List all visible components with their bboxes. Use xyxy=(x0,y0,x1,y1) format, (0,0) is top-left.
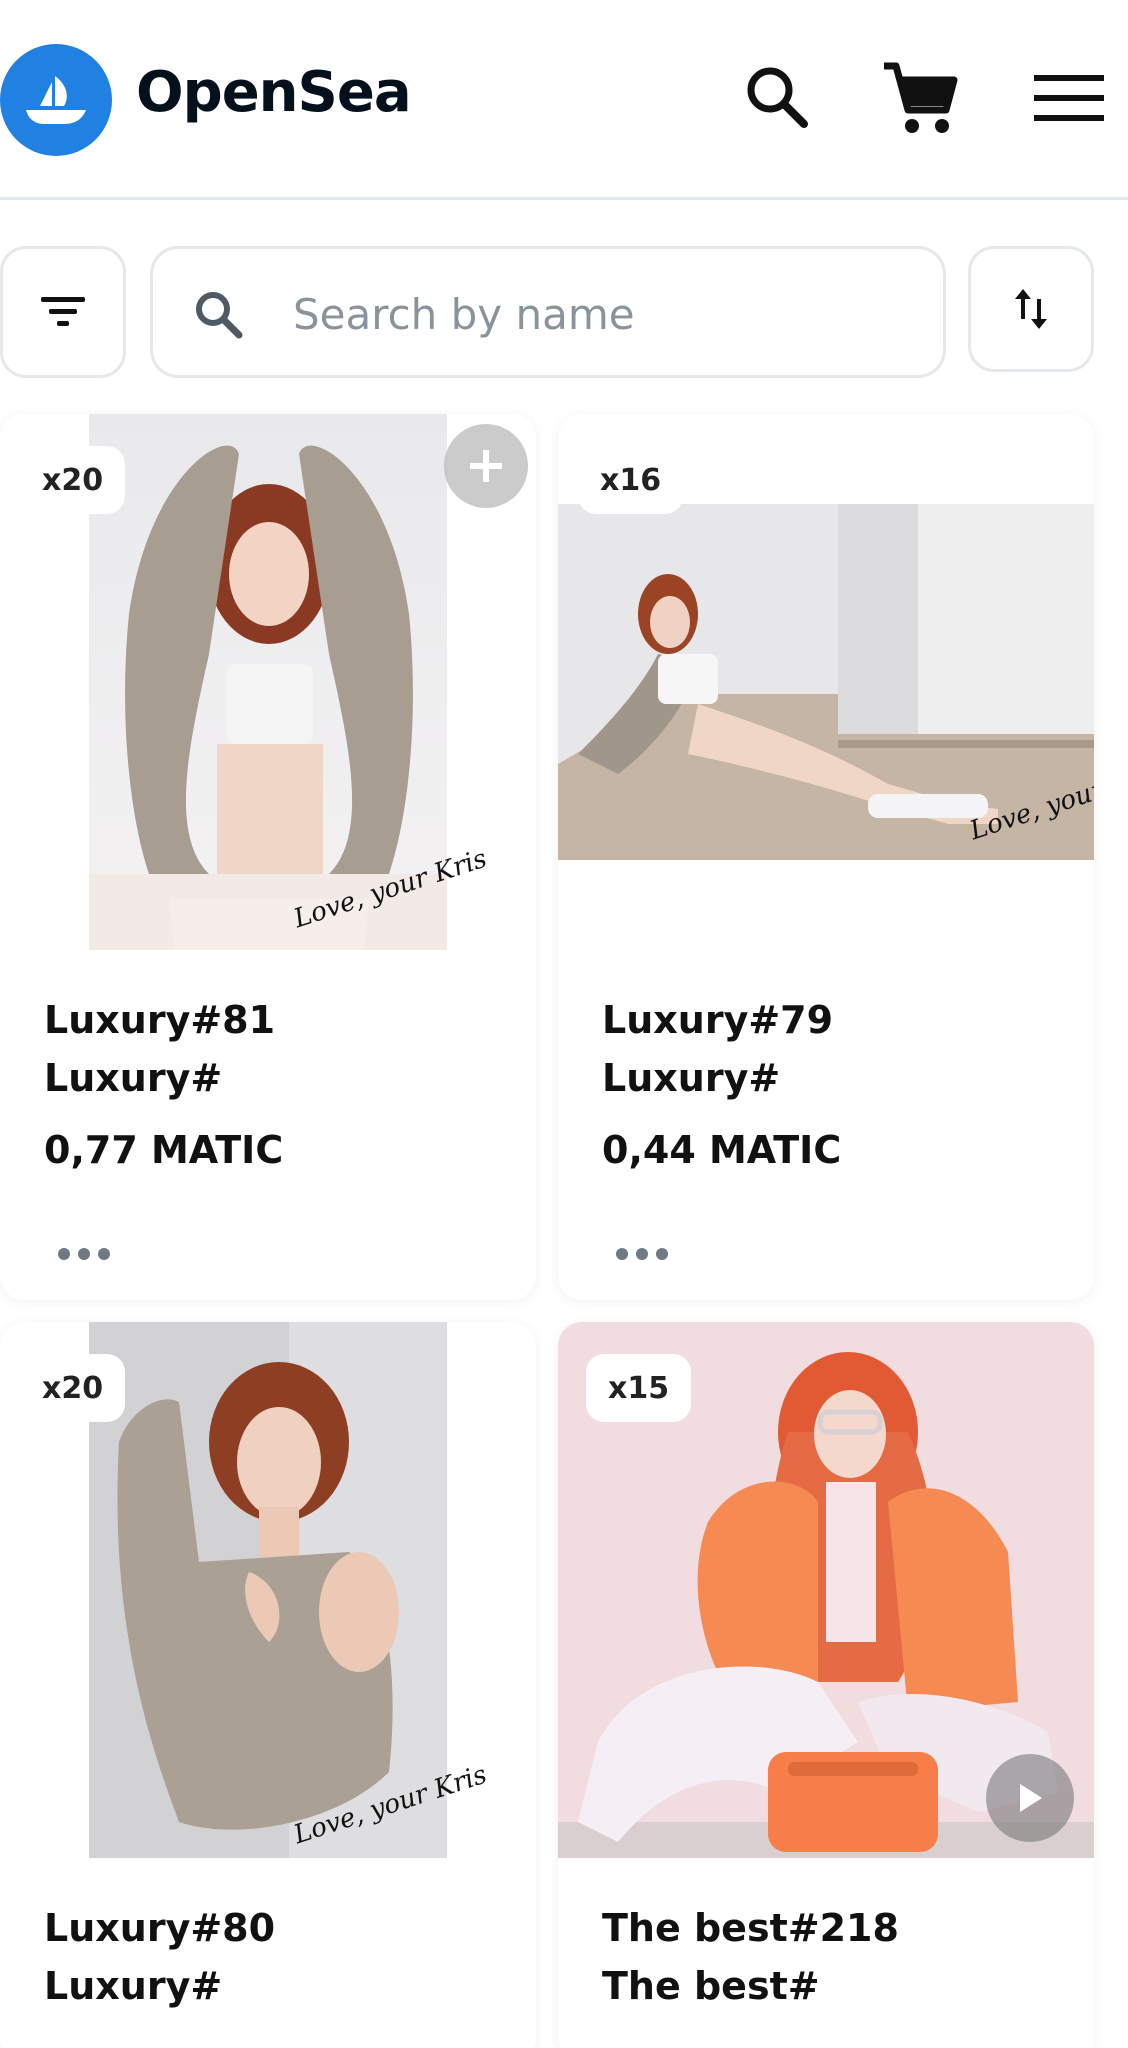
collection-name[interactable]: Luxury# xyxy=(44,1964,222,2008)
search-bar[interactable] xyxy=(150,246,946,378)
nft-card[interactable]: Love, your Kris x16 Luxury#79 Luxury# 0,… xyxy=(558,414,1094,1300)
more-options-icon[interactable] xyxy=(616,1248,668,1260)
filter-button[interactable] xyxy=(0,246,126,378)
nft-price: 0,44 MATIC xyxy=(602,1128,842,1172)
search-icon[interactable] xyxy=(734,54,822,142)
nft-name[interactable]: Luxury#81 xyxy=(44,998,275,1042)
nft-name[interactable]: Luxury#79 xyxy=(602,998,833,1042)
quantity-badge: x20 xyxy=(20,446,126,514)
collection-name[interactable]: The best# xyxy=(602,1964,820,2008)
add-to-cart-button[interactable] xyxy=(444,424,528,508)
filter-icon xyxy=(41,297,85,326)
collection-name[interactable]: Luxury# xyxy=(602,1056,780,1100)
opensea-logo[interactable] xyxy=(0,44,112,156)
quantity-badge: x16 xyxy=(578,446,684,514)
nft-name[interactable]: The best#218 xyxy=(602,1906,899,1950)
play-button[interactable] xyxy=(986,1754,1074,1842)
sort-icon xyxy=(1015,289,1047,329)
search-icon xyxy=(196,292,243,339)
nft-card[interactable]: x15 The best#218 The best# xyxy=(558,1322,1094,2048)
nft-price: 0,77 MATIC xyxy=(44,1128,284,1172)
nft-card[interactable]: Love, your Kris x20 Luxury#80 Luxury# xyxy=(0,1322,536,2048)
sort-button[interactable] xyxy=(968,246,1094,372)
collection-name[interactable]: Luxury# xyxy=(44,1056,222,1100)
more-options-icon[interactable] xyxy=(58,1248,110,1260)
nft-name[interactable]: Luxury#80 xyxy=(44,1906,275,1950)
quantity-badge: x20 xyxy=(20,1354,126,1422)
photo-woman-cardigan xyxy=(89,414,447,950)
top-navigation-bar: OpenSea xyxy=(0,0,1128,200)
brand-name[interactable]: OpenSea xyxy=(136,60,412,125)
cart-icon[interactable] xyxy=(876,54,964,142)
plus-icon xyxy=(470,450,502,482)
search-input[interactable] xyxy=(293,279,913,349)
menu-icon[interactable] xyxy=(1024,54,1114,142)
play-icon xyxy=(1020,1784,1042,1812)
ship-icon xyxy=(26,76,86,124)
nft-card[interactable]: Love, your Kris x20 Luxury#81 Luxury# 0,… xyxy=(0,414,536,1300)
photo-woman-sweater xyxy=(89,1322,447,1858)
quantity-badge: x15 xyxy=(586,1354,692,1422)
